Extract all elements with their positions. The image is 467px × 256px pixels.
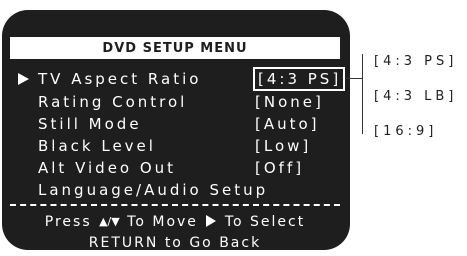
hint-to-select: To Select xyxy=(224,214,306,230)
option-16-9: [16:9] xyxy=(374,124,438,139)
callout-horizontal-line xyxy=(346,78,362,79)
option-4-3-ps: [4:3 PS] xyxy=(374,54,458,69)
hint-press: Press xyxy=(44,214,92,230)
menu-item-rating-control[interactable]: Rating Control [None] xyxy=(18,93,348,115)
menu-item-label: Black Level xyxy=(38,137,156,155)
hint-to-move: To Move xyxy=(127,214,198,230)
menu-item-tv-aspect-ratio[interactable]: TV Aspect Ratio [4:3 PS] xyxy=(18,67,348,92)
menu-title: DVD SETUP MENU xyxy=(102,40,248,56)
menu-item-black-level[interactable]: Black Level [Low] xyxy=(18,137,348,159)
option-4-3-lb: [4:3 LB] xyxy=(374,89,458,104)
menu-item-value[interactable]: [Low] xyxy=(255,137,311,155)
menu-title-bar: DVD SETUP MENU xyxy=(10,37,340,59)
menu-item-still-mode[interactable]: Still Mode [Auto] xyxy=(18,115,348,137)
callout-vertical-line xyxy=(362,54,363,134)
menu-item-label: Rating Control xyxy=(38,93,188,111)
navigation-hint: Press ▲/▼ To Move To Select xyxy=(0,214,350,230)
menu-item-label: Language/Audio Setup xyxy=(38,181,269,199)
menu-item-label: TV Aspect Ratio xyxy=(38,70,202,88)
menu-item-value[interactable]: [Auto] xyxy=(255,115,320,133)
menu-item-language-audio-setup[interactable]: Language/Audio Setup xyxy=(18,181,348,203)
menu-item-label: Alt Video Out xyxy=(38,159,177,177)
up-down-arrows-icon: ▲/▼ xyxy=(99,215,120,228)
menu-item-label: Still Mode xyxy=(38,115,142,133)
menu-item-alt-video-out[interactable]: Alt Video Out [Off] xyxy=(18,159,348,181)
return-hint: RETURN to Go Back xyxy=(88,235,262,251)
cursor-right-triangle-icon xyxy=(18,73,29,85)
menu-item-value[interactable]: [Off] xyxy=(255,159,304,177)
menu-item-value-selected[interactable]: [4:3 PS] xyxy=(253,67,346,91)
menu-divider xyxy=(10,204,340,206)
menu-item-value[interactable]: [None] xyxy=(255,93,324,111)
right-triangle-icon xyxy=(206,215,217,227)
